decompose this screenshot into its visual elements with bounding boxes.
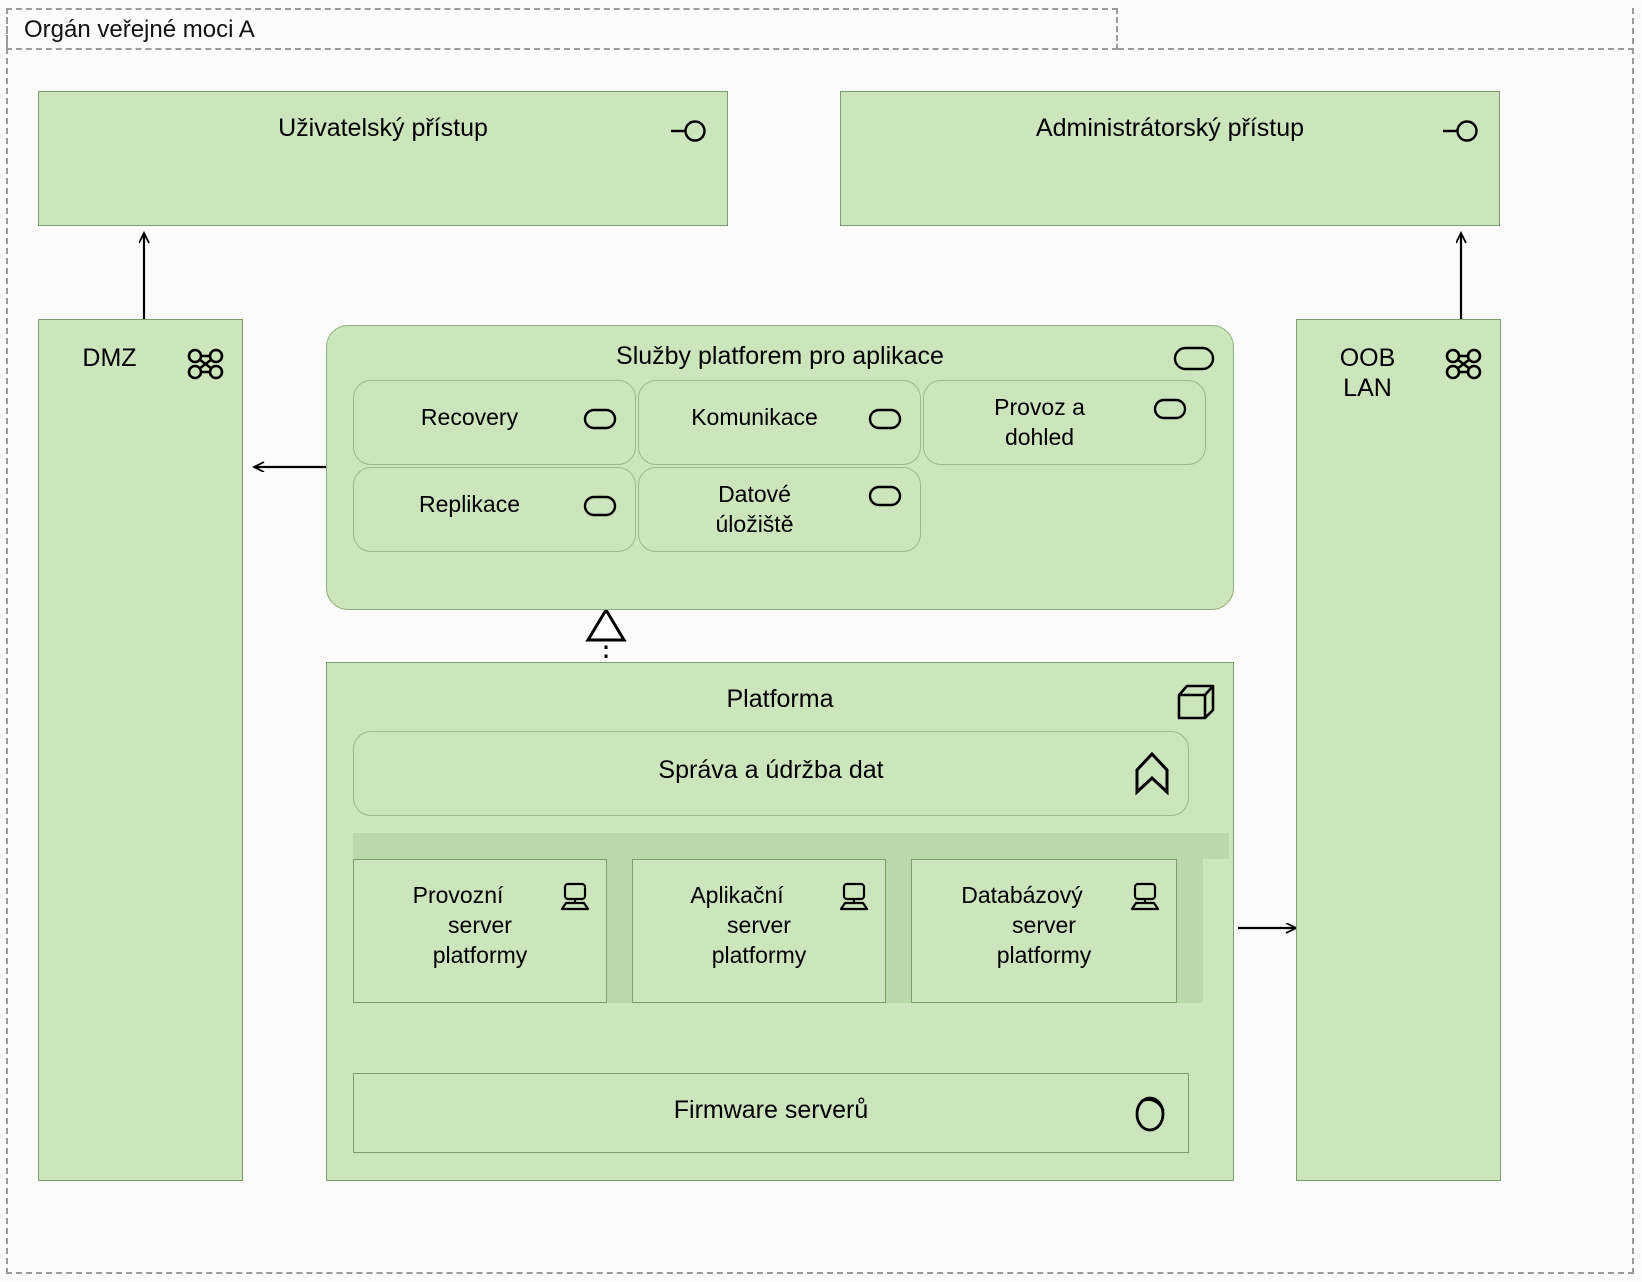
grouping-tab-underline (6, 48, 1118, 50)
network-dmz-label: DMZ (82, 344, 137, 372)
device-provozni-server-label-line1: Provozní (412, 882, 504, 908)
device-side-face (886, 833, 912, 1003)
technology-service-recovery[interactable]: Recovery (353, 380, 636, 465)
interface-lollipop-icon (1441, 116, 1481, 146)
device-front-face: Databázový server platformy (911, 859, 1177, 1003)
system-software-firmware-serveru-label: Firmware serverů (673, 1096, 869, 1124)
device-databazovy-server-platformy[interactable]: Databázový server platformy (911, 833, 1229, 1003)
device-databazovy-server-label-line2: server (1012, 912, 1076, 938)
technology-service-icon (1173, 344, 1215, 372)
network-oob-lan-label-line1: OOB (1339, 344, 1396, 372)
device-aplikacni-server-label-line2: server (727, 912, 791, 938)
sluzby-platforem-title: Služby platforem pro aplikace (616, 342, 944, 370)
technology-function-sprava-a-udrzba-dat[interactable]: Správa a údržba dat (353, 731, 1189, 816)
network-oob-lan-label-line2: LAN (1343, 374, 1392, 402)
device-front-face: Aplikační server platformy (632, 859, 886, 1003)
device-icon (1128, 882, 1162, 912)
technology-service-replikace[interactable]: Replikace (353, 467, 636, 552)
interface-administratorsky-pristup-label: Administrátorský přístup (1035, 114, 1305, 142)
technology-service-icon (583, 407, 617, 431)
device-databazovy-server-label-line3: platformy (996, 942, 1092, 968)
device-provozni-server-platformy[interactable]: Provozní server platformy (353, 833, 659, 1003)
node-platforma[interactable]: Platforma Správa a údržba dat Provozní s… (326, 662, 1234, 1181)
technology-service-replikace-label: Replikace (419, 491, 520, 517)
diagram-canvas: Orgán veřejné moci A Uživatelský přístup… (0, 0, 1642, 1282)
node-platforma-title: Platforma (726, 685, 834, 713)
technology-function-icon (1134, 750, 1170, 796)
communication-network-icon (184, 344, 228, 384)
device-databazovy-server-label-line1: Databázový (961, 882, 1083, 908)
technology-service-datove-uloziste-label-line1: Datové (718, 481, 791, 507)
interface-administratorsky-pristup[interactable]: Administrátorský přístup (840, 91, 1500, 226)
device-provozni-server-label-line2: server (448, 912, 512, 938)
technology-service-komunikace[interactable]: Komunikace (638, 380, 921, 465)
device-provozni-server-label-line3: platformy (432, 942, 528, 968)
grouping-label: Orgán veřejné moci A (24, 16, 255, 43)
technology-service-icon (583, 494, 617, 518)
technology-service-datove-uloziste[interactable]: Datové úložiště (638, 467, 921, 552)
network-dmz[interactable]: DMZ (38, 319, 243, 1181)
system-software-firmware-serveru[interactable]: Firmware serverů (353, 1073, 1189, 1153)
technology-service-icon (868, 407, 902, 431)
technology-service-provoz-a-dohled[interactable]: Provoz a dohled (923, 380, 1206, 465)
device-front-face: Provozní server platformy (353, 859, 607, 1003)
technology-function-sprava-a-udrzba-dat-label: Správa a údržba dat (658, 756, 884, 784)
grouping-top-right-edge (1118, 48, 1634, 50)
interface-lollipop-icon (669, 116, 709, 146)
technology-service-datove-uloziste-label-line2: úložiště (715, 511, 794, 537)
technology-service-icon (868, 484, 902, 508)
device-side-face (607, 833, 633, 1003)
device-aplikacni-server-label-line1: Aplikační (690, 882, 784, 908)
technology-service-provoz-a-dohled-label-line1: Provoz a (994, 394, 1085, 420)
device-side-face (1177, 833, 1203, 1003)
communication-network-icon (1442, 344, 1486, 384)
technology-service-sluzby-platforem-pro-aplikace[interactable]: Služby platforem pro aplikace Recovery K… (326, 325, 1234, 610)
network-oob-lan[interactable]: OOB LAN (1296, 319, 1501, 1181)
device-aplikacni-server-label-line3: platformy (711, 942, 807, 968)
device-aplikacni-server-platformy[interactable]: Aplikační server platformy (632, 833, 938, 1003)
device-icon (558, 882, 592, 912)
technology-service-icon (1153, 397, 1187, 421)
interface-uzivatelsky-pristup[interactable]: Uživatelský přístup (38, 91, 728, 226)
technology-service-komunikace-label: Komunikace (691, 404, 818, 430)
device-icon (837, 882, 871, 912)
technology-service-provoz-a-dohled-label-line2: dohled (1004, 424, 1075, 450)
node-icon (1175, 681, 1217, 721)
interface-uzivatelsky-pristup-label: Uživatelský přístup (278, 114, 488, 142)
system-software-icon (1130, 1088, 1170, 1134)
technology-service-recovery-label: Recovery (420, 404, 519, 430)
